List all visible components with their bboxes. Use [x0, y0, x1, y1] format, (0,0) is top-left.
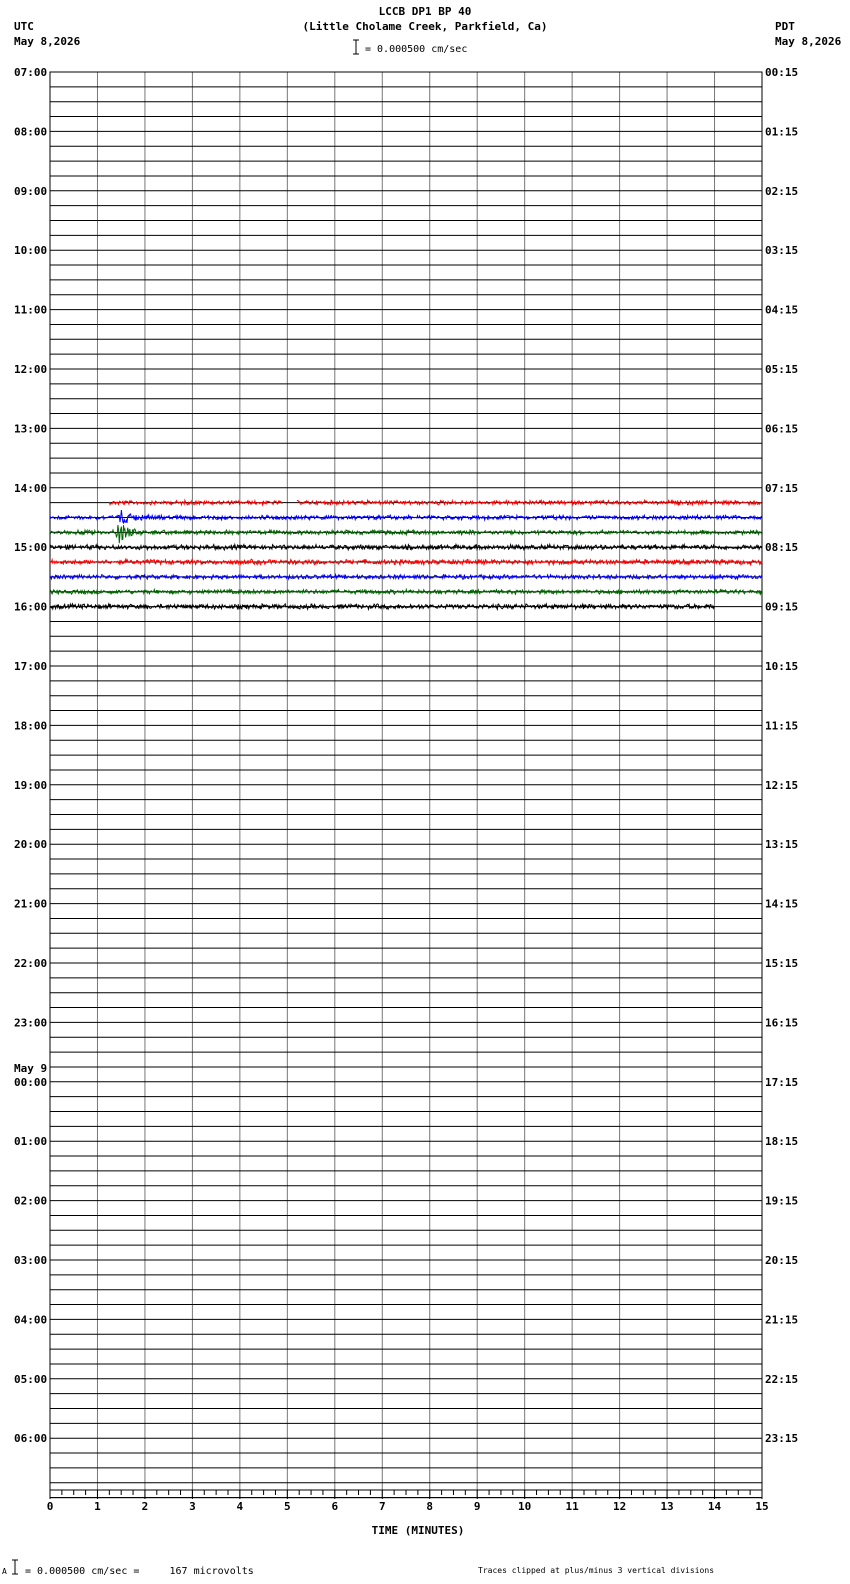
seismic-trace-line: [50, 572, 763, 581]
pdt-hour-label: 22:15: [765, 1373, 798, 1386]
seismic-trace-line: [49, 542, 763, 552]
right-date: May 8,2026: [775, 35, 842, 48]
pdt-hour-label: 02:15: [765, 185, 798, 198]
x-axis: 0 1 2 3 4 5 6 7 8 9 10 11 12 13 14 15: [47, 1489, 769, 1513]
utc-hour-label: 11:00: [14, 304, 47, 317]
pdt-hour-label: 17:15: [765, 1076, 798, 1089]
pdt-hour-labels: 00:15 01:15 02:15 03:15 04:15 05:15 06:15 07:15…: [765, 66, 798, 1445]
utc-hour-label: 19:00: [14, 779, 47, 792]
chart-subtitle: (Little Cholame Creek, Parkfield, Ca): [302, 20, 547, 33]
pdt-hour-label: 11:15: [765, 719, 798, 732]
utc-hour-label: 15:00: [14, 541, 47, 554]
utc-hour-label: 21:00: [14, 898, 47, 911]
right-timezone: PDT: [775, 20, 795, 33]
corner-mark: A: [2, 1567, 7, 1576]
pdt-hour-label: 21:15: [765, 1313, 798, 1326]
pdt-hour-label: 09:15: [765, 601, 798, 614]
pdt-hour-label: 18:15: [765, 1135, 798, 1148]
x-tick-label: 10: [518, 1500, 531, 1513]
left-date: May 8,2026: [14, 35, 81, 48]
chart-title: LCCB DP1 BP 40: [379, 5, 472, 18]
x-tick-label: 3: [189, 1500, 196, 1513]
x-tick-label: 14: [708, 1500, 722, 1513]
pdt-hour-label: 00:15: [765, 66, 798, 79]
clip-note: Traces clipped at plus/minus 3 vertical …: [478, 1566, 714, 1575]
pdt-hour-label: 08:15: [765, 541, 798, 554]
pdt-hour-label: 12:15: [765, 779, 798, 792]
pdt-hour-label: 16:15: [765, 1016, 798, 1029]
utc-hour-label: 12:00: [14, 363, 47, 376]
pdt-hour-label: 03:15: [765, 244, 798, 257]
pdt-hour-label: 06:15: [765, 422, 798, 435]
utc-hour-label: 10:00: [14, 244, 47, 257]
x-tick-label: 1: [94, 1500, 101, 1513]
utc-hour-label: 23:00: [14, 1016, 47, 1029]
utc-hour-label: 17:00: [14, 660, 47, 673]
pdt-hour-label: 10:15: [765, 660, 798, 673]
utc-hour-label: 01:00: [14, 1135, 47, 1148]
pdt-hour-label: 13:15: [765, 838, 798, 851]
utc-hour-label: 16:00: [14, 601, 47, 614]
utc-hour-label: 03:00: [14, 1254, 47, 1267]
pdt-hour-label: 19:15: [765, 1195, 798, 1208]
utc-hour-label: 18:00: [14, 719, 47, 732]
pdt-hour-label: 04:15: [765, 304, 798, 317]
pdt-hour-label: 14:15: [765, 898, 798, 911]
utc-hour-label: 09:00: [14, 185, 47, 198]
pdt-hour-label: 01:15: [765, 125, 798, 138]
x-tick-label: 2: [142, 1500, 149, 1513]
utc-hour-label: 22:00: [14, 957, 47, 970]
utc-hour-label: 20:00: [14, 838, 47, 851]
x-tick-label: 5: [284, 1500, 291, 1513]
x-axis-label: TIME (MINUTES): [372, 1524, 465, 1537]
utc-hour-label: 08:00: [14, 125, 47, 138]
seismic-trace-line: [49, 509, 763, 525]
utc-hour-label: 04:00: [14, 1313, 47, 1326]
utc-hour-label: 13:00: [14, 422, 47, 435]
date-change-label: May 9: [14, 1062, 47, 1075]
utc-hour-label: 00:00: [14, 1076, 47, 1089]
seismic-traces: [49, 498, 763, 612]
utc-hour-labels: 07:00 08:00 09:00 10:00 11:00 12:00 13:00 14:00…: [14, 66, 47, 1445]
plot-grid: [49, 71, 763, 1499]
pdt-hour-label: 15:15: [765, 957, 798, 970]
helicorder-chart: LCCB DP1 BP 40 (Little Cholame Creek, Pa…: [2, 5, 842, 1577]
x-tick-label: 6: [331, 1500, 338, 1513]
x-tick-label: 7: [379, 1500, 386, 1513]
left-timezone: UTC: [14, 20, 34, 33]
x-tick-label: 13: [660, 1500, 673, 1513]
x-tick-label: 8: [426, 1500, 433, 1513]
footer-scale-note: = 0.000500 cm/sec = 167 microvolts: [25, 1566, 254, 1577]
x-tick-label: 4: [237, 1500, 244, 1513]
x-tick-label: 9: [474, 1500, 481, 1513]
x-tick-label: 0: [47, 1500, 54, 1513]
pdt-hour-label: 23:15: [765, 1432, 798, 1445]
seismic-trace-line: [49, 524, 762, 544]
pdt-hour-label: 20:15: [765, 1254, 798, 1267]
utc-hour-label: 14:00: [14, 482, 47, 495]
utc-hour-label: 07:00: [14, 66, 47, 79]
utc-hour-label: 06:00: [14, 1432, 47, 1445]
pdt-hour-label: 07:15: [765, 482, 798, 495]
x-tick-label: 12: [613, 1500, 626, 1513]
pdt-hour-label: 05:15: [765, 363, 798, 376]
footer-scale-bar-icon: [12, 1559, 18, 1575]
scale-label: = 0.000500 cm/sec: [365, 44, 467, 55]
x-tick-label: 11: [566, 1500, 580, 1513]
utc-hour-label: 05:00: [14, 1373, 47, 1386]
scale-bar-icon: [353, 39, 359, 55]
utc-hour-label: 02:00: [14, 1195, 47, 1208]
x-tick-label: 15: [755, 1500, 768, 1513]
